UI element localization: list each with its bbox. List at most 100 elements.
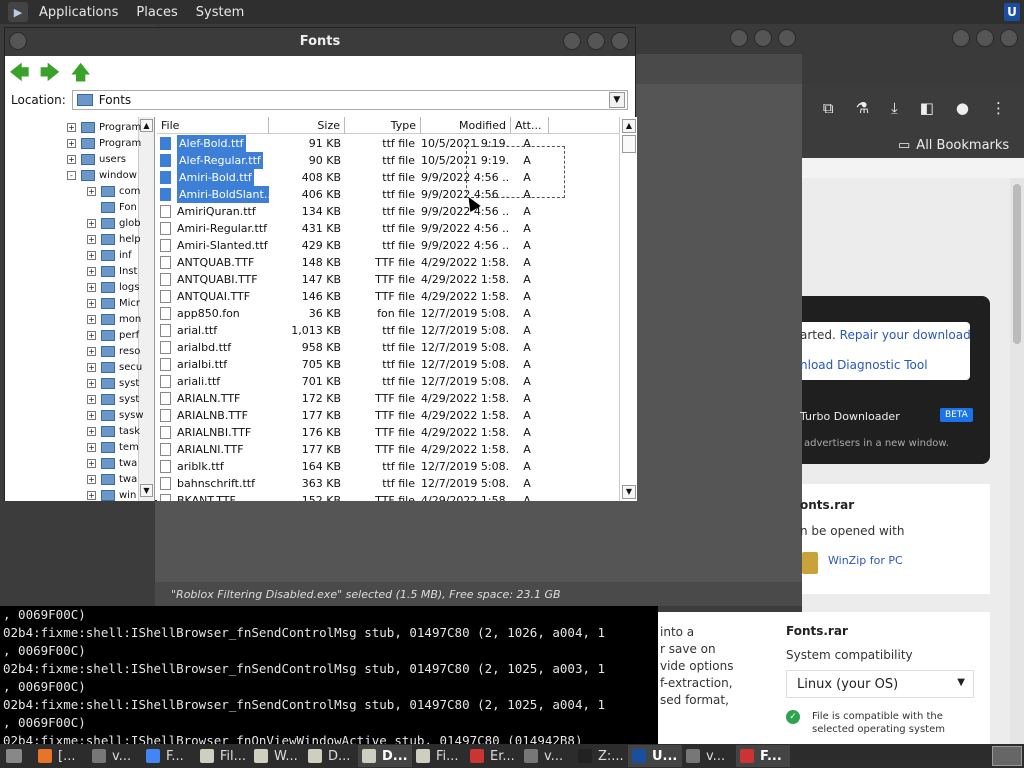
expand-icon[interactable]: + [87, 426, 96, 436]
tree-node[interactable]: + glob [87, 215, 141, 231]
close-button[interactable] [1000, 29, 1018, 47]
file-row[interactable]: BKANT.TTF 152 KB TTF file 4/29/2022 1:58...… [157, 492, 619, 501]
expand-icon[interactable]: + [87, 330, 96, 340]
minimize-button[interactable] [730, 29, 748, 47]
expand-icon[interactable]: + [87, 458, 96, 468]
tree-node[interactable]: + syst [87, 391, 139, 407]
expand-icon[interactable]: + [87, 442, 96, 452]
file-row[interactable]: ANTQUAI.TTF 146 KB TTF file 4/29/2022 1:58.… [157, 288, 619, 305]
forward-arrow-icon[interactable]: 🡆 [40, 62, 61, 82]
tree-node[interactable]: + syst [87, 375, 139, 391]
file-row[interactable]: AmiriQuran.ttf 134 KB ttf file 9/9/2022 4:5… [157, 203, 619, 220]
browser-titlebar[interactable] [802, 24, 1024, 84]
tree-node[interactable]: + users [67, 151, 126, 167]
tree-node[interactable]: + perf [87, 327, 139, 343]
show-desktop-button[interactable] [0, 745, 34, 767]
scroll-up-icon[interactable]: ▲ [622, 119, 636, 133]
terminal-output[interactable]: , 0069F00C) 02b4:fixme:shell:IShellBrowse… [0, 606, 658, 744]
scroll-down-icon[interactable]: ▼ [140, 484, 153, 497]
menu-applications[interactable]: Applications [30, 5, 127, 20]
taskbar-item[interactable]: U... [628, 745, 682, 767]
taskbar-item[interactable]: F... [736, 745, 790, 767]
tree-scrollbar[interactable]: ▲ ▼ [138, 117, 154, 501]
close-button[interactable] [778, 29, 796, 47]
tree-node[interactable]: + Inst [87, 263, 137, 279]
taskbar-item[interactable]: Fi... [412, 745, 466, 767]
file-row[interactable]: arialbi.ttf 705 KB ttf file 12/7/2019 5:08.… [157, 356, 619, 373]
maximize-button[interactable] [754, 29, 772, 47]
expand-icon[interactable]: + [87, 298, 96, 308]
sidebar-icon[interactable]: ◧ [920, 99, 934, 117]
scroll-up-icon[interactable]: ▲ [140, 119, 153, 132]
tree-node[interactable]: + tem [87, 439, 139, 455]
tree-node[interactable]: + Program [67, 135, 141, 151]
tree-node[interactable]: + Micr [87, 295, 140, 311]
browser-scrollbar[interactable] [1010, 178, 1024, 744]
taskbar-item[interactable]: v... [88, 745, 142, 767]
tree-node[interactable]: + twa [87, 455, 137, 471]
taskbar-item[interactable]: D... [358, 745, 412, 767]
file-row[interactable]: ANTQUAB.TTF 148 KB TTF file 4/29/2022 1:58.… [157, 254, 619, 271]
scrollbar-thumb[interactable] [622, 135, 636, 153]
tree-node[interactable]: + Program [67, 119, 141, 135]
taskbar-item[interactable]: [... [34, 745, 88, 767]
expand-icon[interactable]: + [87, 234, 96, 244]
file-row[interactable]: app850.fon 36 KB fon file 12/7/2019 5:08...… [157, 305, 619, 322]
expand-icon[interactable]: + [87, 218, 96, 228]
collapse-icon[interactable]: - [67, 170, 76, 180]
expand-icon[interactable]: + [87, 314, 96, 324]
expand-icon[interactable]: + [87, 266, 96, 276]
taskbar-item[interactable]: v... [520, 745, 574, 767]
back-arrow-icon[interactable]: 🡄 [9, 62, 30, 82]
file-row[interactable]: ARIALNI.TTF 177 KB TTF file 4/29/2022 1:58.… [157, 441, 619, 458]
expand-icon[interactable]: + [67, 122, 76, 132]
expand-icon[interactable]: + [87, 362, 96, 372]
file-row[interactable]: ARIALNB.TTF 177 KB TTF file 4/29/2022 1:58.… [157, 407, 619, 424]
winzip-link[interactable]: WinZip for PC [828, 554, 903, 567]
column-modified[interactable]: Modified [421, 117, 511, 134]
file-row[interactable]: ARIALN.TTF 172 KB TTF file 4/29/2022 1:58..… [157, 390, 619, 407]
column-file[interactable]: File [157, 117, 269, 134]
u-tray-icon[interactable]: U [1004, 3, 1020, 21]
expand-icon[interactable]: + [67, 154, 76, 164]
tree-node[interactable]: + sysw [87, 407, 144, 423]
workspace-switcher[interactable] [992, 746, 1022, 766]
gnome-foot-icon[interactable]: ▶ [8, 2, 28, 22]
taskbar-item[interactable]: W... [250, 745, 304, 767]
file-list-scrollbar[interactable]: ▲ ▼ [619, 117, 637, 501]
tree-node[interactable]: Fon [87, 199, 137, 215]
menu-places[interactable]: Places [127, 5, 186, 20]
column-attributes[interactable]: Att... [511, 117, 549, 134]
taskbar-item[interactable]: Fil... [196, 745, 250, 767]
puzzle-icon[interactable]: ⧉ [823, 99, 834, 117]
chevron-down-icon[interactable]: ▼ [608, 92, 625, 108]
tree-node[interactable]: + twa [87, 471, 137, 487]
expand-icon[interactable]: + [87, 474, 96, 484]
expand-icon[interactable]: + [87, 378, 96, 388]
file-row[interactable]: ariali.ttf 701 KB ttf file 12/7/2019 5:08..… [157, 373, 619, 390]
menu-system[interactable]: System [187, 5, 253, 20]
expand-icon[interactable]: + [87, 346, 96, 356]
scrollbar-thumb[interactable] [1013, 184, 1021, 344]
window-menu-button[interactable] [9, 32, 27, 50]
file-row[interactable]: arial.ttf 1,013 KB ttf file 12/7/2019 5:08.… [157, 322, 619, 339]
tree-node[interactable]: + task [87, 423, 140, 439]
taskbar-item[interactable]: Z:... [574, 745, 628, 767]
expand-icon[interactable]: + [87, 410, 96, 420]
scroll-down-icon[interactable]: ▼ [622, 485, 636, 499]
tree-node[interactable]: + mon [87, 311, 141, 327]
expand-icon[interactable]: + [87, 394, 96, 404]
file-row[interactable]: arialbd.ttf 958 KB ttf file 12/7/2019 5:08.… [157, 339, 619, 356]
close-button[interactable] [611, 32, 629, 50]
expand-icon[interactable]: + [67, 138, 76, 148]
repair-download-link[interactable]: Repair your download [840, 328, 971, 342]
up-arrow-icon[interactable]: 🡅 [70, 62, 91, 82]
tree-node[interactable]: + logs [87, 279, 139, 295]
tree-node[interactable]: + secu [87, 359, 142, 375]
tree-node[interactable]: + reso [87, 343, 140, 359]
location-combobox[interactable]: Fonts ▼ [71, 90, 628, 110]
file-row[interactable]: Amiri-Regular.ttf 431 KB ttf file 9/9/2022 … [157, 220, 619, 237]
file-row[interactable]: ANTQUABI.TTF 147 KB TTF file 4/29/2022 1:58… [157, 271, 619, 288]
column-size[interactable]: Size [269, 117, 345, 134]
file-row[interactable]: bahnschrift.ttf 363 KB ttf file 12/7/2019 5… [157, 475, 619, 492]
